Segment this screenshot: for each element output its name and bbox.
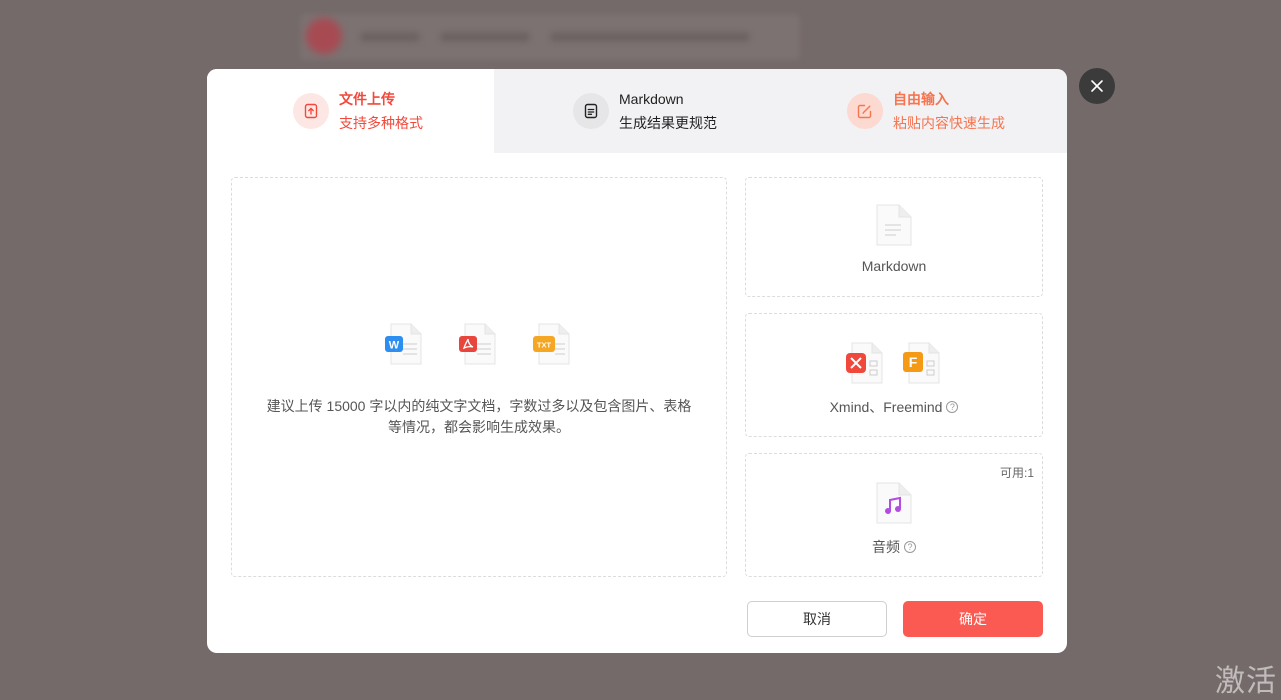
help-icon[interactable]: ? bbox=[946, 401, 959, 413]
tab-subtitle: 粘贴内容快速生成 bbox=[893, 115, 1005, 131]
audio-file-icon bbox=[876, 482, 912, 524]
background-item bbox=[360, 32, 420, 42]
background-item bbox=[550, 32, 750, 42]
document-icon bbox=[573, 93, 609, 129]
txt-file-icon: TXT bbox=[533, 323, 570, 365]
tab-subtitle: 生成结果更规范 bbox=[619, 115, 717, 131]
tab-markdown[interactable]: Markdown 生成结果更规范 bbox=[494, 69, 781, 153]
usage-badge: 可用:1 bbox=[999, 466, 1034, 480]
help-icon[interactable]: ? bbox=[904, 541, 916, 553]
pdf-file-icon bbox=[459, 323, 496, 365]
supported-file-types: W TXT bbox=[232, 322, 726, 366]
upload-hint: 建议上传 15000 字以内的纯文字文档，字数过多以及包含图片、表格等情况，都会… bbox=[266, 398, 692, 435]
cancel-button[interactable]: 取消 bbox=[747, 601, 887, 637]
edit-icon bbox=[847, 93, 883, 129]
xmind-file-icon bbox=[846, 342, 883, 384]
svg-text:TXT: TXT bbox=[537, 341, 552, 350]
markdown-option[interactable]: Markdown bbox=[745, 177, 1043, 297]
markdown-file-icon bbox=[876, 204, 912, 246]
svg-text:F: F bbox=[909, 354, 918, 370]
word-file-icon: W bbox=[385, 323, 422, 365]
tab-free-input[interactable]: 自由输入 粘贴内容快速生成 bbox=[781, 69, 1067, 153]
tab-subtitle: 支持多种格式 bbox=[339, 115, 423, 131]
tab-file-upload[interactable]: 文件上传 支持多种格式 bbox=[207, 69, 494, 153]
tab-title: 文件上传 bbox=[339, 91, 395, 107]
close-icon bbox=[1091, 80, 1103, 92]
background-logo bbox=[306, 18, 342, 54]
import-dialog: 文件上传 支持多种格式 Markdown 生成结果更规范 自由输入 粘贴内容快速… bbox=[207, 69, 1067, 653]
upload-file-icon bbox=[293, 93, 329, 129]
activation-watermark: 激活 bbox=[1215, 664, 1277, 699]
tab-title: 自由输入 bbox=[893, 91, 949, 107]
tab-title: Markdown bbox=[619, 91, 684, 107]
import-tabs: 文件上传 支持多种格式 Markdown 生成结果更规范 自由输入 粘贴内容快速… bbox=[207, 69, 1067, 153]
svg-text:W: W bbox=[389, 340, 400, 352]
audio-option[interactable]: 可用:1 音频 ? bbox=[745, 453, 1043, 577]
mindmap-option[interactable]: F Xmind、Freemind ? bbox=[745, 313, 1043, 437]
file-drop-zone[interactable]: W TXT 建议上传 15000 字以内的纯文字文档，字数过多以及包含图片、表格… bbox=[231, 177, 727, 577]
close-dialog-button[interactable] bbox=[1079, 68, 1115, 104]
option-label: Xmind、Freemind ? bbox=[746, 397, 1042, 417]
option-label: Markdown bbox=[861, 258, 927, 274]
option-label: 音频 ? bbox=[746, 537, 1042, 557]
freemind-file-icon: F bbox=[903, 342, 940, 384]
confirm-button[interactable]: 确定 bbox=[903, 601, 1043, 637]
background-item bbox=[440, 32, 530, 42]
